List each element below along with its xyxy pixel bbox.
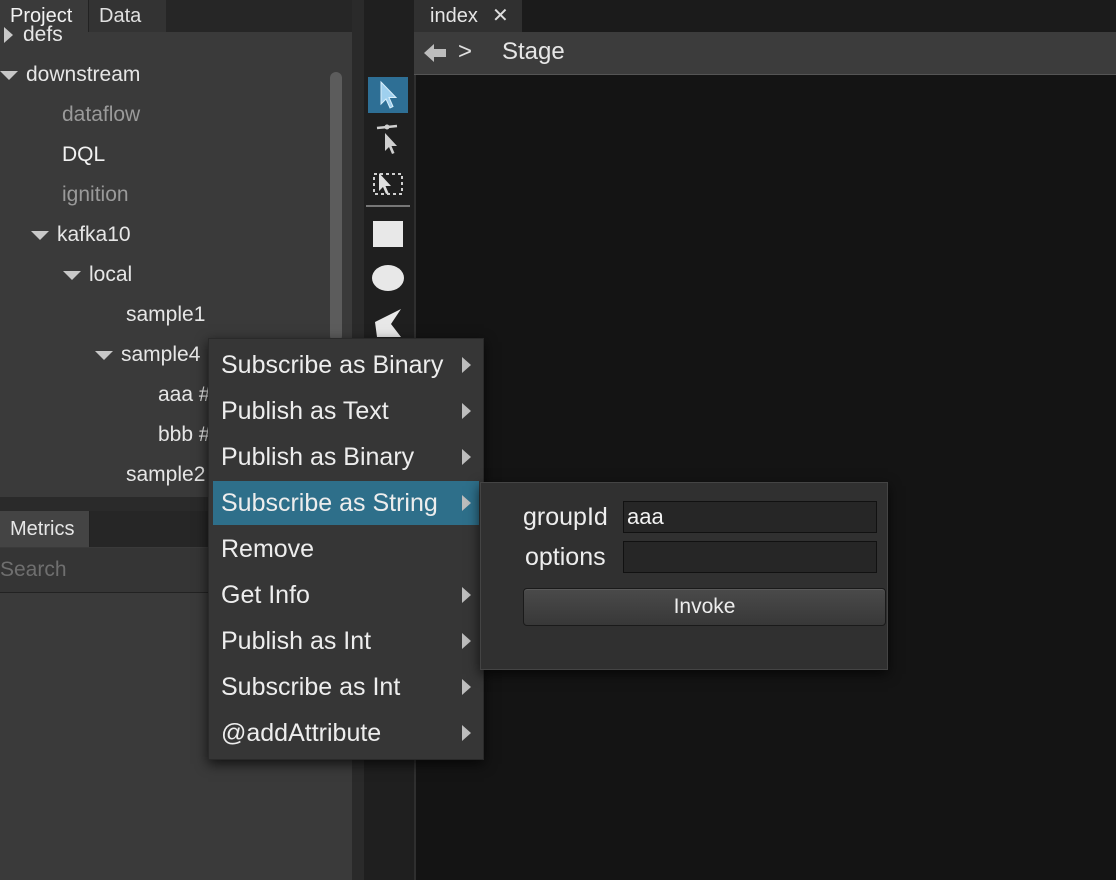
ellipse-tool-button[interactable]	[368, 260, 408, 296]
tree-node-label: local	[89, 263, 133, 286]
group-id-label: groupId	[523, 503, 608, 531]
rectangle-tool-button[interactable]	[368, 216, 408, 252]
breadcrumb-current[interactable]: Stage	[502, 38, 565, 66]
tree-node-sample2[interactable]: sample2	[126, 461, 205, 489]
menu-item-label: Subscribe as String	[221, 489, 438, 517]
editor-tab-bar: index ✕	[414, 0, 1116, 32]
menu-item-label: Get Info	[221, 581, 310, 609]
tree-node-local[interactable]: local	[63, 261, 132, 289]
options-field[interactable]	[623, 541, 877, 573]
menu-item-label: Publish as Int	[221, 627, 372, 655]
menu-item-remove[interactable]: Remove	[213, 527, 479, 571]
menu-item-add-attribute[interactable]: @addAttribute	[213, 711, 479, 755]
marquee-select-tool-button[interactable]	[368, 166, 408, 202]
menu-item-publish-binary[interactable]: Publish as Binary	[213, 435, 479, 479]
tab-label: index	[430, 5, 478, 27]
menu-item-subscribe-string[interactable]: Subscribe as String	[213, 481, 479, 525]
menu-item-label: Subscribe as Int	[221, 673, 401, 701]
tree-node-defs[interactable]: defs	[4, 24, 63, 46]
context-menu: Subscribe as Binary Publish as Text Publ…	[208, 338, 484, 760]
menu-item-label: Publish as Text	[221, 397, 389, 425]
tool-separator	[366, 205, 410, 207]
tab-index[interactable]: index ✕	[414, 0, 522, 32]
back-arrow-icon[interactable]	[422, 42, 448, 64]
tab-data[interactable]: Data	[88, 0, 166, 32]
pin-pointer-icon	[376, 124, 398, 154]
menu-item-label: Subscribe as Binary	[221, 351, 444, 379]
tree-node-label: defs	[23, 24, 63, 46]
menu-item-label: Remove	[221, 535, 315, 563]
tree-node-dataflow[interactable]: dataflow	[62, 101, 140, 129]
tree-node-dql[interactable]: DQL	[62, 141, 105, 169]
tree-node-sample4[interactable]: sample4	[95, 341, 200, 369]
collapse-arrow-icon[interactable]	[95, 350, 113, 360]
submenu-arrow-icon	[462, 357, 471, 373]
invoke-button[interactable]: Invoke	[523, 588, 886, 626]
tree-node-kafka10[interactable]: kafka10	[31, 221, 131, 249]
select-tool-button[interactable]	[368, 77, 408, 113]
submenu-arrow-icon	[462, 633, 471, 649]
stage-canvas[interactable]	[416, 75, 1116, 880]
submenu-arrow-icon	[462, 495, 471, 511]
menu-item-label: Publish as Binary	[221, 443, 415, 471]
menu-item-subscribe-binary[interactable]: Subscribe as Binary	[213, 343, 479, 387]
tree-node-downstream[interactable]: downstream	[0, 61, 140, 89]
select-arrow-icon	[380, 80, 398, 109]
polygon-icon	[375, 309, 401, 337]
tree-node-label: sample4	[121, 343, 201, 366]
subscribe-string-form: groupId options Invoke	[480, 482, 888, 670]
rectangle-icon	[373, 221, 403, 247]
tree-node-sample1[interactable]: sample1	[126, 301, 205, 329]
tree-node-aaa[interactable]: aaa #	[158, 381, 211, 409]
breadcrumb-separator: >	[458, 38, 473, 65]
submenu-arrow-icon	[462, 587, 471, 603]
menu-item-subscribe-int[interactable]: Subscribe as Int	[213, 665, 479, 709]
ellipse-icon	[372, 265, 404, 291]
tree-node-label: downstream	[26, 63, 141, 86]
tree-node-bbb[interactable]: bbb #	[158, 421, 211, 449]
submenu-arrow-icon	[462, 403, 471, 419]
collapse-arrow-icon[interactable]	[0, 70, 18, 80]
pin-select-tool-button[interactable]	[368, 122, 408, 158]
marquee-select-icon	[373, 173, 403, 195]
menu-item-get-info[interactable]: Get Info	[213, 573, 479, 617]
collapse-arrow-icon[interactable]	[63, 270, 81, 280]
tree-scrollbar[interactable]	[330, 72, 342, 342]
collapse-arrow-icon[interactable]	[31, 230, 49, 240]
expand-arrow-icon[interactable]	[4, 27, 13, 44]
tree-node-ignition[interactable]: ignition	[62, 181, 129, 209]
menu-item-label: @addAttribute	[221, 719, 382, 747]
breadcrumb: > Stage	[414, 32, 1116, 75]
submenu-arrow-icon	[462, 449, 471, 465]
tree-node-label: kafka10	[57, 223, 131, 246]
tab-metrics[interactable]: Metrics	[0, 511, 90, 547]
polygon-tool-button[interactable]	[368, 304, 408, 338]
menu-item-publish-text[interactable]: Publish as Text	[213, 389, 479, 433]
menu-item-publish-int[interactable]: Publish as Int	[213, 619, 479, 663]
close-icon[interactable]: ✕	[492, 0, 509, 32]
submenu-arrow-icon	[462, 725, 471, 741]
group-id-field[interactable]	[623, 501, 877, 533]
options-label: options	[525, 543, 606, 571]
submenu-arrow-icon	[462, 679, 471, 695]
